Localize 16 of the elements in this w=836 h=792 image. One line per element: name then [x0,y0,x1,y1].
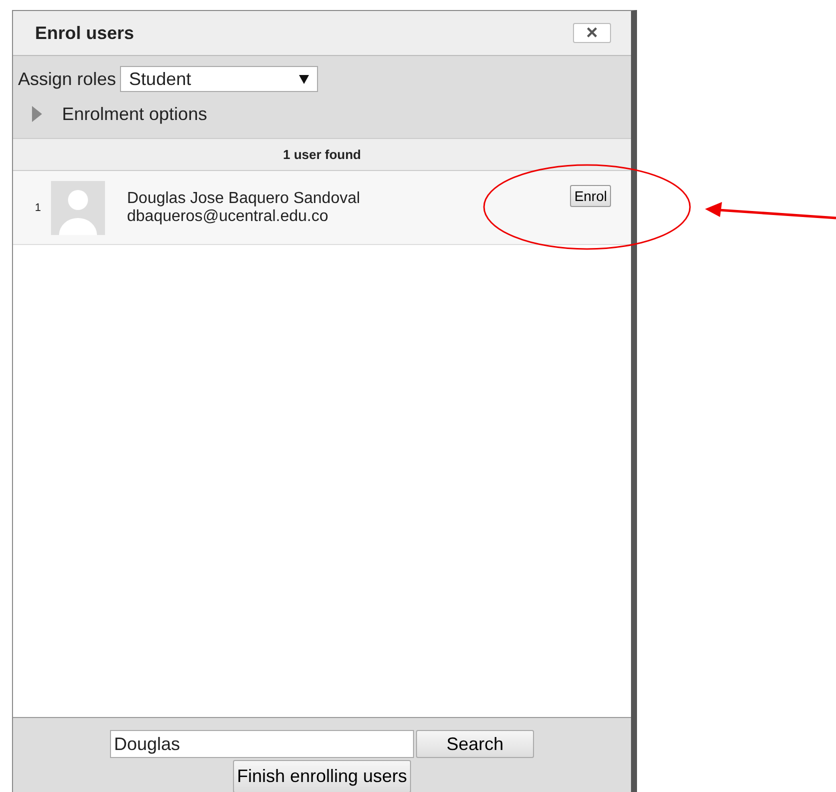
caret-icon [299,74,310,84]
role-dropdown[interactable]: Student [120,66,318,92]
user-email: dbaqueros@ucentral.edu.co [127,208,330,226]
dialog-title: Enrol users [35,22,134,44]
expand-icon[interactable] [32,106,42,122]
assign-roles-label: Assign roles [18,68,116,90]
close-button[interactable]: × [573,23,611,43]
results-heading: 1 user found [13,139,631,171]
search-button[interactable]: Search [416,730,534,758]
search-field[interactable]: Douglas [110,730,414,758]
row-number: 1 [34,202,42,214]
avatar-icon [51,180,105,234]
user-name: Douglas Jose Baquero Sandoval [127,190,362,208]
enrol-button[interactable]: Enrol [570,185,611,207]
enrolment-options-toggle[interactable]: Enrolment options [62,104,208,124]
finish-button[interactable]: Finish enrolling users [232,760,412,792]
